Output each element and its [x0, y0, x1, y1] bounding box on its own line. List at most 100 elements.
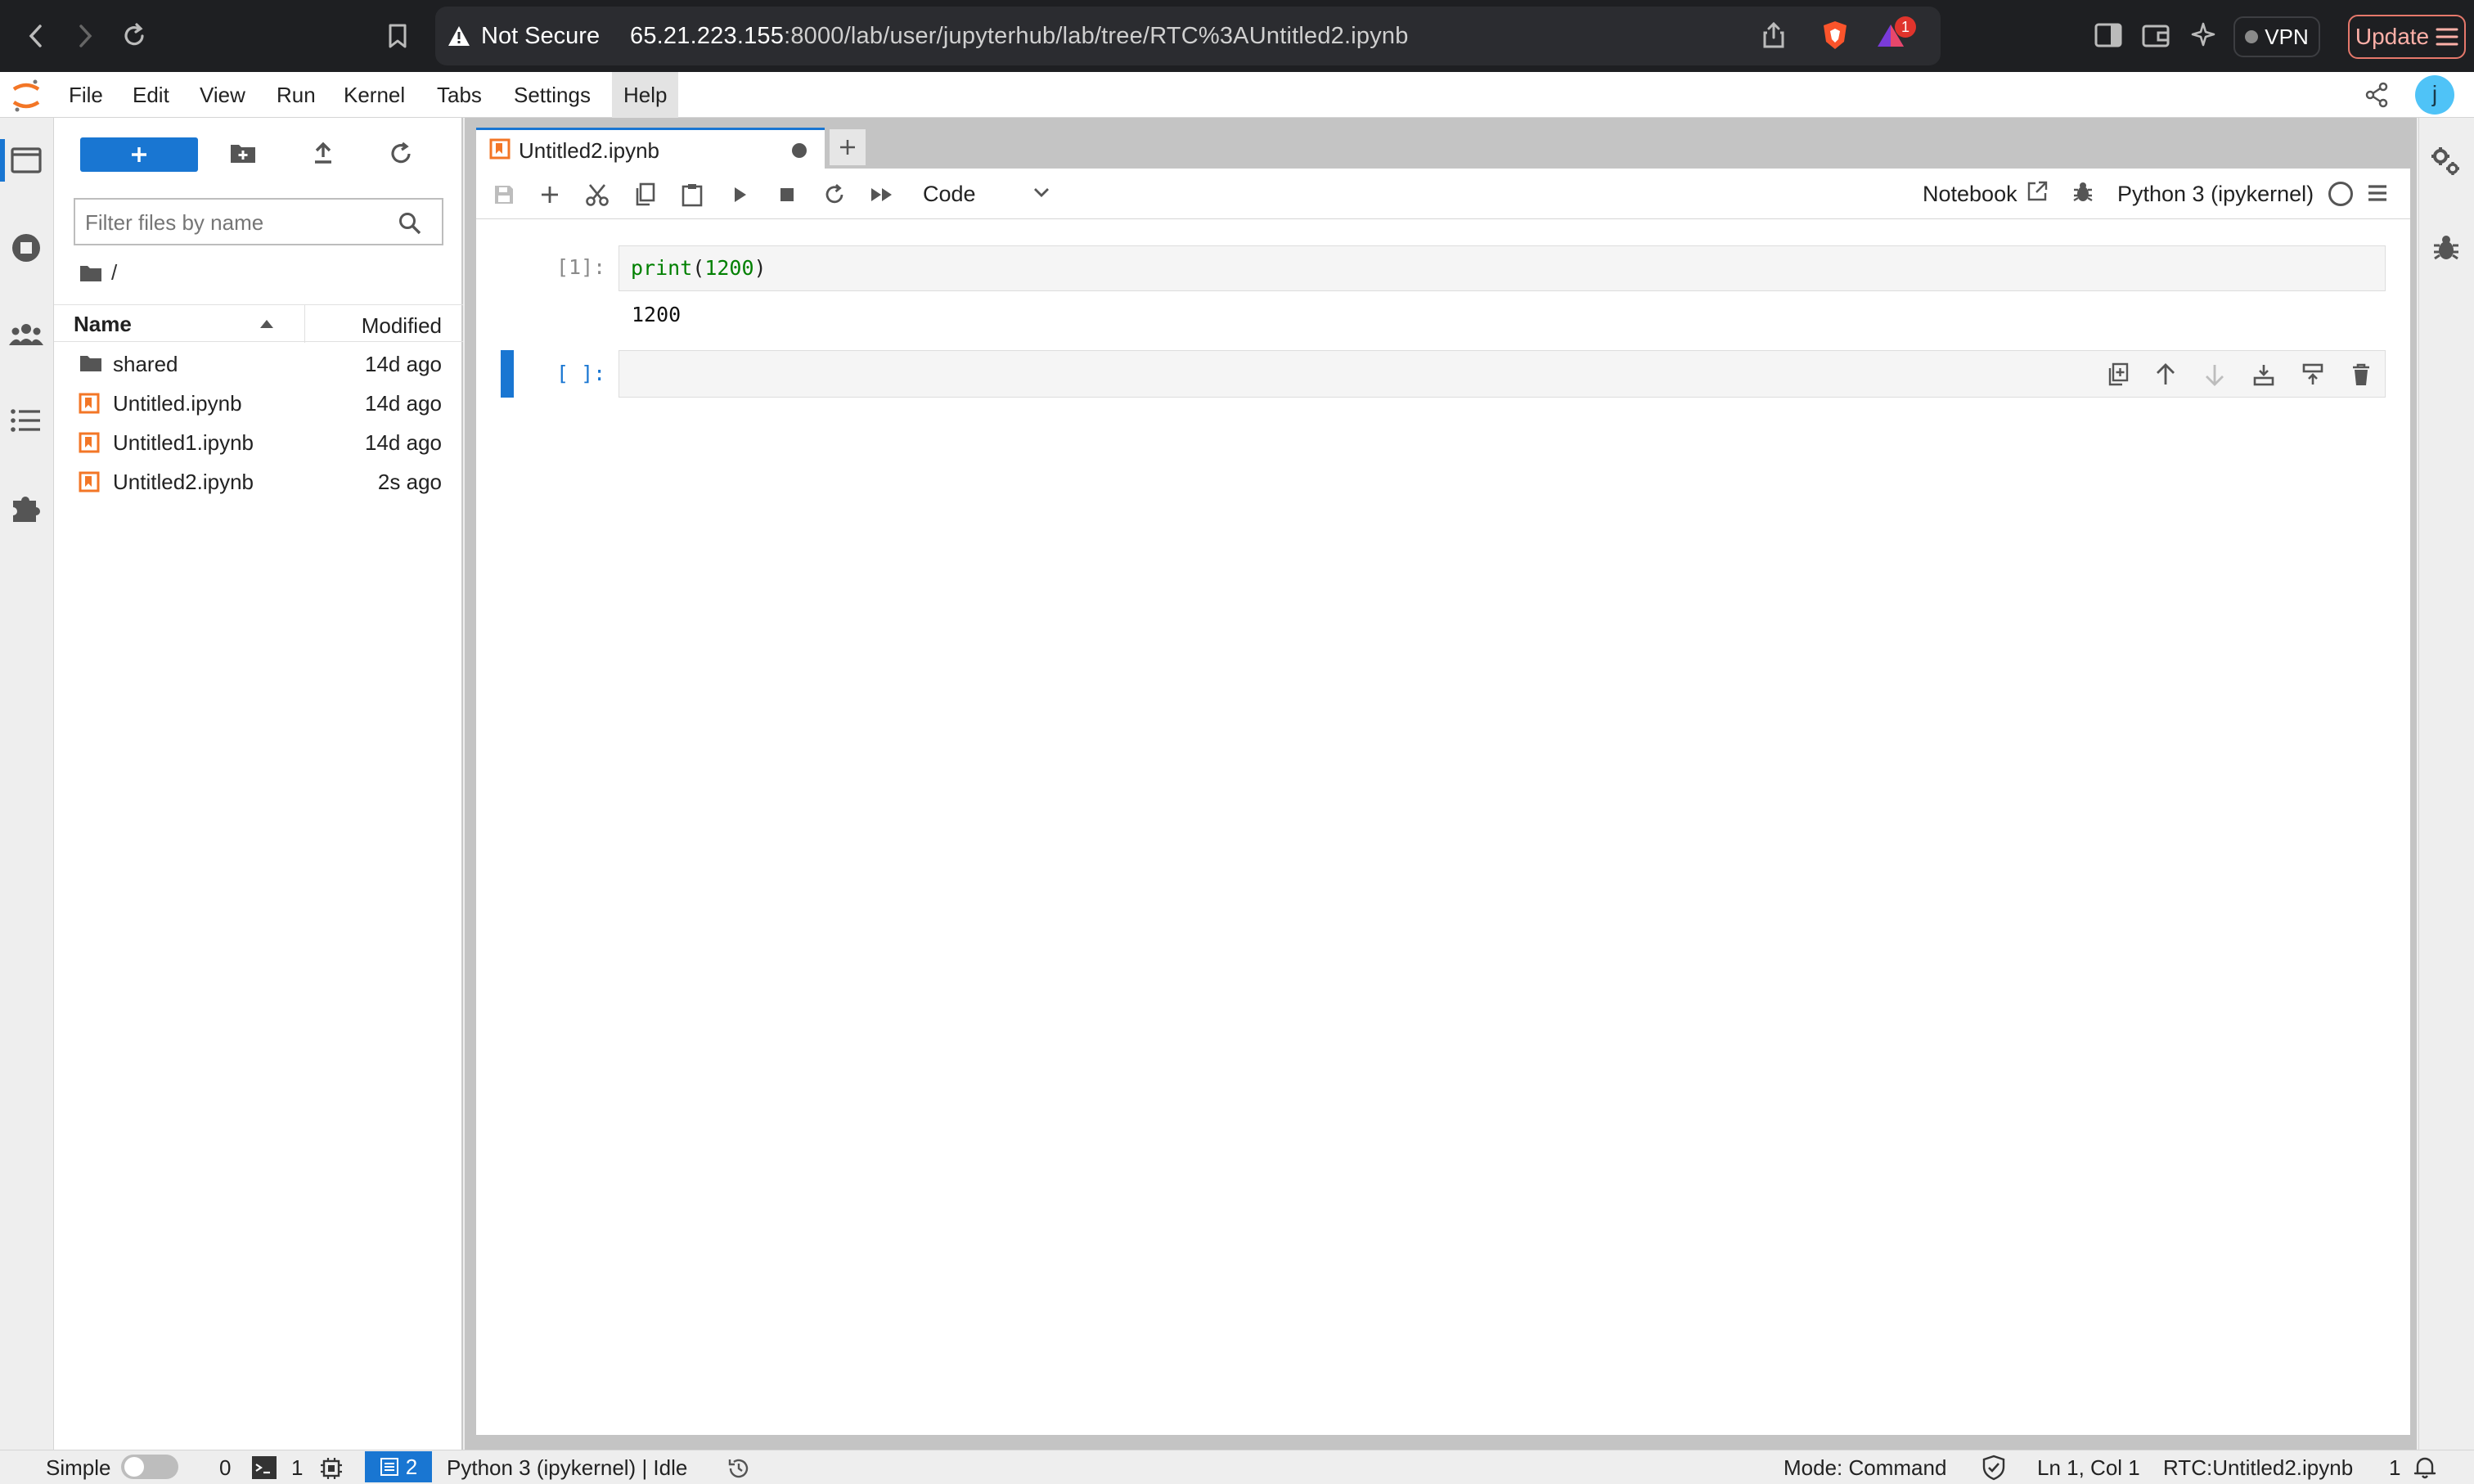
menu-tabs[interactable]: Tabs — [425, 72, 493, 118]
collaborators-icon[interactable] — [8, 321, 44, 349]
reload-icon — [124, 23, 144, 46]
menu-kernel[interactable]: Kernel — [332, 72, 416, 118]
cut-button[interactable] — [581, 178, 614, 211]
active-indicator — [0, 139, 5, 182]
vpn-status-icon — [2245, 30, 2259, 43]
copy-button[interactable] — [628, 178, 661, 211]
kernel-name-button[interactable]: Python 3 (ipykernel) — [2117, 182, 2314, 207]
cpu-icon[interactable] — [319, 1456, 344, 1481]
running-sessions-icon[interactable] — [10, 232, 43, 264]
scissors-icon — [586, 184, 609, 206]
toggle-knob — [124, 1457, 144, 1477]
open-in-notebook-button[interactable]: Notebook — [1923, 182, 2017, 207]
terminals-count[interactable]: 0 — [219, 1453, 231, 1482]
file-row[interactable]: shared 14d ago — [54, 344, 463, 383]
debugger-panel-icon[interactable] — [2431, 232, 2461, 263]
folder-icon — [80, 356, 101, 371]
new-folder-button[interactable] — [229, 141, 257, 165]
reload-button[interactable] — [116, 18, 152, 54]
security-status[interactable]: Not Secure — [481, 23, 600, 50]
debugger-icon[interactable] — [2071, 180, 2094, 205]
plus-icon — [840, 140, 855, 155]
column-modified[interactable]: Modified — [362, 313, 442, 339]
active-cell-indicator[interactable] — [501, 350, 514, 398]
run-cell-button[interactable] — [723, 178, 756, 211]
sidebar-toggle-icon[interactable] — [2094, 23, 2122, 47]
file-name: Untitled.ipynb — [113, 391, 242, 416]
back-button[interactable] — [18, 18, 54, 54]
code-cell-input[interactable] — [618, 350, 2386, 398]
new-launcher-button[interactable] — [80, 137, 198, 172]
kernels-count[interactable]: 1 — [291, 1453, 303, 1482]
terminal-icon[interactable] — [252, 1456, 277, 1479]
menu-view[interactable]: View — [188, 72, 257, 118]
column-name[interactable]: Name — [74, 312, 132, 337]
file-row[interactable]: Untitled1.ipynb 14d ago — [54, 422, 463, 461]
file-modified: 14d ago — [365, 391, 442, 416]
breadcrumb-root[interactable]: / — [111, 260, 117, 286]
plus-icon — [132, 147, 146, 162]
cell-type-value: Code — [923, 182, 976, 206]
copy-icon — [636, 182, 655, 206]
simple-mode-toggle[interactable] — [121, 1455, 178, 1479]
chevron-right-icon — [79, 25, 92, 47]
notebook-menu-icon[interactable] — [2366, 182, 2389, 205]
open-tabs-count: 2 — [405, 1454, 418, 1479]
insert-below-icon — [2302, 363, 2323, 384]
new-tab-button[interactable] — [830, 129, 866, 165]
column-divider — [304, 305, 305, 343]
brave-shield-icon[interactable] — [1821, 20, 1849, 51]
restart-kernel-button[interactable] — [818, 178, 851, 211]
menu-edit[interactable]: Edit — [121, 72, 181, 118]
menu-run[interactable]: Run — [265, 72, 327, 118]
save-button[interactable] — [488, 178, 520, 211]
breadcrumb[interactable]: / — [79, 260, 117, 286]
extension-manager-icon[interactable] — [8, 489, 44, 525]
vpn-button[interactable]: VPN — [2233, 16, 2320, 57]
leo-ai-icon[interactable] — [2191, 21, 2219, 49]
simple-mode-label: Simple — [46, 1455, 111, 1480]
trusted-shield-icon[interactable] — [1981, 1455, 2006, 1481]
file-row[interactable]: Untitled2.ipynb 2s ago — [54, 461, 463, 501]
upload-button[interactable] — [311, 141, 335, 165]
bell-icon[interactable] — [2413, 1455, 2436, 1479]
delete-cell-icon — [2353, 363, 2369, 385]
open-tabs-indicator[interactable]: 2 — [365, 1451, 432, 1482]
chevron-down-icon[interactable] — [1032, 187, 1050, 200]
share-network-icon[interactable] — [2364, 82, 2389, 108]
code-argument: 1200 — [704, 256, 754, 280]
notification-count[interactable]: 1 — [2389, 1453, 2400, 1482]
external-link-icon[interactable] — [2026, 180, 2049, 203]
unsaved-dot-icon[interactable] — [792, 143, 807, 158]
property-inspector-icon[interactable] — [2430, 146, 2463, 178]
cursor-position[interactable]: Ln 1, Col 1 — [2037, 1453, 2140, 1482]
url-text[interactable]: 65.21.223.155:8000/lab/user/jupyterhub/l… — [630, 23, 1409, 50]
cell-type-select[interactable]: Code — [923, 182, 976, 207]
refresh-button[interactable] — [388, 141, 414, 167]
folder-tab-icon[interactable] — [10, 146, 43, 175]
history-icon[interactable] — [726, 1456, 751, 1481]
vpn-label: VPN — [2265, 24, 2309, 49]
share-icon[interactable] — [1762, 21, 1785, 49]
table-of-contents-icon[interactable] — [10, 407, 43, 434]
notebook-icon — [489, 138, 511, 160]
update-button[interactable]: Update — [2348, 15, 2466, 59]
interrupt-kernel-button[interactable] — [771, 178, 803, 211]
kernel-status[interactable]: Python 3 (ipykernel) | Idle — [447, 1453, 687, 1482]
forward-button[interactable] — [67, 18, 103, 54]
menu-settings[interactable]: Settings — [502, 72, 602, 118]
tab-untitled2[interactable]: Untitled2.ipynb — [476, 128, 825, 169]
paste-button[interactable] — [676, 178, 708, 211]
user-avatar[interactable]: j — [2415, 75, 2454, 115]
file-row[interactable]: Untitled.ipynb 14d ago — [54, 383, 463, 422]
command-mode: Mode: Command — [1784, 1455, 1947, 1480]
menu-file[interactable]: File — [57, 72, 115, 118]
wallet-icon[interactable] — [2142, 23, 2170, 47]
menu-help[interactable]: Help — [612, 72, 679, 118]
file-modified: 2s ago — [377, 470, 442, 494]
bookmark-button[interactable] — [380, 18, 416, 54]
insert-cell-button[interactable] — [533, 178, 566, 211]
restart-run-all-button[interactable] — [866, 178, 898, 211]
file-filter-input[interactable] — [85, 206, 396, 239]
code-cell-input[interactable]: print(1200) — [618, 245, 2386, 291]
